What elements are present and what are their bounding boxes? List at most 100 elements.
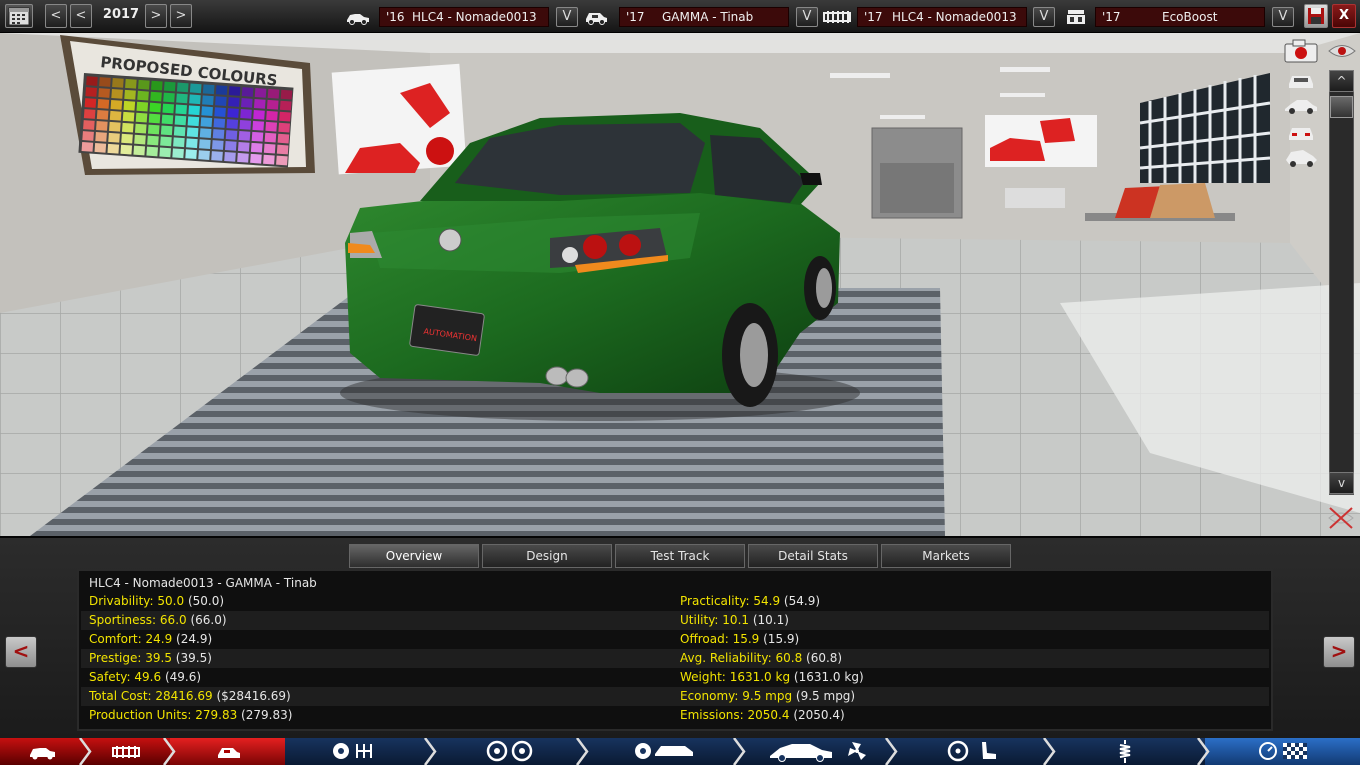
previous-car-button[interactable]: < <box>5 636 37 668</box>
stat-row: Prestige: 39.5 (39.5) Avg. Reliability: 6… <box>81 649 1269 668</box>
tab-overview[interactable]: Overview <box>349 544 479 568</box>
chassis-dropdown-button[interactable]: V <box>1033 7 1055 27</box>
stat-target: (2050.4) <box>793 708 845 722</box>
tab-test-track[interactable]: Test Track <box>615 544 745 568</box>
colour-swatch <box>98 88 110 98</box>
colour-swatch <box>199 128 212 139</box>
zoom-in-button[interactable]: ^ <box>1329 70 1354 92</box>
view-rear-button[interactable] <box>1285 122 1317 142</box>
stat-item: Utility: 10.1 (10.1) <box>680 613 789 627</box>
car-angle-icon <box>1286 150 1317 167</box>
stat-item: Drivability: 50.0 (50.0) <box>89 594 224 608</box>
colour-swatch <box>121 133 133 144</box>
stat-value: 279.83 <box>195 708 238 722</box>
step-chevron-3 <box>423 738 437 765</box>
view-angle-button[interactable] <box>1283 146 1319 168</box>
step-chevron-8 <box>1196 738 1210 765</box>
tab-design[interactable]: Design <box>482 544 612 568</box>
colour-swatch <box>99 77 111 87</box>
zoom-scroll-thumb[interactable] <box>1330 96 1353 118</box>
colour-swatch <box>96 110 109 120</box>
colour-swatch <box>278 122 290 133</box>
colour-swatch <box>96 121 108 131</box>
tab-markets[interactable]: Markets <box>881 544 1011 568</box>
stat-target: (49.6) <box>164 670 202 684</box>
eye-icon <box>1328 45 1356 57</box>
engine-dropdown[interactable]: '17 EcoBoost <box>1095 7 1265 27</box>
calendar-button[interactable] <box>5 4 33 28</box>
step-engine-gearbox[interactable] <box>285 738 435 765</box>
colour-swatch <box>266 110 278 121</box>
step-suspension[interactable] <box>1050 738 1205 765</box>
step-chevron-4 <box>575 738 589 765</box>
stat-item: Safety: 49.6 (49.6) <box>89 670 201 684</box>
trim-dropdown[interactable]: '17 GAMMA - Tinab <box>619 7 789 27</box>
car-3d-viewport[interactable]: PROPOSED COLOURS AUTOMATION <box>0 33 1360 536</box>
colour-swatch <box>111 88 123 99</box>
step-trim[interactable] <box>170 738 285 765</box>
step-brakes-body[interactable] <box>585 738 740 765</box>
stat-label: Comfort: <box>89 632 142 646</box>
colour-swatch <box>225 130 238 140</box>
zoom-out-button[interactable]: v <box>1329 472 1354 494</box>
visibility-toggle[interactable] <box>1327 40 1357 62</box>
view-front-button[interactable] <box>1285 70 1317 90</box>
zoom-scrollbar[interactable] <box>1329 70 1354 495</box>
colour-swatch <box>237 152 249 163</box>
view-side-button[interactable] <box>1283 96 1319 116</box>
hide-ui-button[interactable] <box>1326 505 1356 531</box>
step-model[interactable] <box>0 738 80 765</box>
colour-swatch <box>159 147 171 158</box>
step-chevron-2 <box>162 738 176 765</box>
engine-name: EcoBoost <box>1162 10 1218 24</box>
colour-swatch <box>147 135 159 146</box>
model-dropdown[interactable]: '16 HLC4 - Nomade0013 <box>379 7 549 27</box>
step-interior[interactable] <box>890 738 1050 765</box>
stat-target: (10.1) <box>752 613 789 627</box>
model-name: HLC4 - Nomade0013 <box>412 10 537 24</box>
colour-swatch <box>124 89 136 100</box>
colour-swatch <box>254 87 267 98</box>
colour-swatch <box>108 132 120 143</box>
year-forward-far-button[interactable]: > <box>170 4 192 28</box>
colour-swatch <box>97 99 110 109</box>
tab-detail-stats[interactable]: Detail Stats <box>748 544 878 568</box>
car-model-icon <box>347 14 369 25</box>
next-car-button[interactable]: > <box>1323 636 1355 668</box>
stat-item: Economy: 9.5 mpg (9.5 mpg) <box>680 689 855 703</box>
stat-row: Production Units: 279.83 (279.83) Emissio… <box>81 706 1269 725</box>
trim-year: '17 <box>626 10 645 24</box>
stat-row: Sportiness: 66.0 (66.0) Utility: 10.1 (10… <box>81 611 1269 630</box>
save-button[interactable] <box>1304 4 1328 28</box>
year-back-button[interactable]: < <box>70 4 92 28</box>
colour-swatch <box>107 143 120 154</box>
step-wheels[interactable] <box>435 738 585 765</box>
colour-swatch <box>186 138 198 149</box>
year-back-far-button[interactable]: < <box>45 4 67 28</box>
colour-swatch <box>188 105 200 116</box>
stat-value: 50.0 <box>157 594 185 608</box>
colour-swatch <box>237 141 250 152</box>
step-chevron-7 <box>1042 738 1056 765</box>
chassis-dropdown[interactable]: '17 HLC4 - Nomade0013 <box>857 7 1027 27</box>
stat-row: Comfort: 24.9 (24.9) Offroad: 15.9 (15.9) <box>81 630 1269 649</box>
engine-year: '17 <box>1102 10 1121 24</box>
colour-swatch <box>224 152 236 162</box>
colour-swatch <box>136 101 149 112</box>
trim-dropdown-button[interactable]: V <box>796 7 818 27</box>
close-button[interactable]: X <box>1332 4 1356 28</box>
colour-swatch <box>120 144 133 155</box>
camera-button[interactable] <box>1283 38 1321 64</box>
stat-item: Practicality: 54.9 (54.9) <box>680 594 820 608</box>
step-test-finish[interactable] <box>1205 738 1360 765</box>
step-body-aero[interactable] <box>740 738 890 765</box>
stat-label: Drivability: <box>89 594 154 608</box>
model-dropdown-button[interactable]: V <box>556 7 578 27</box>
colour-swatch <box>250 153 262 164</box>
colour-swatch <box>162 103 175 114</box>
colour-swatch <box>138 79 150 90</box>
engine-dropdown-button[interactable]: V <box>1272 7 1294 27</box>
colour-swatch <box>202 84 215 95</box>
car-side-icon <box>1285 100 1317 114</box>
year-forward-button[interactable]: > <box>145 4 167 28</box>
